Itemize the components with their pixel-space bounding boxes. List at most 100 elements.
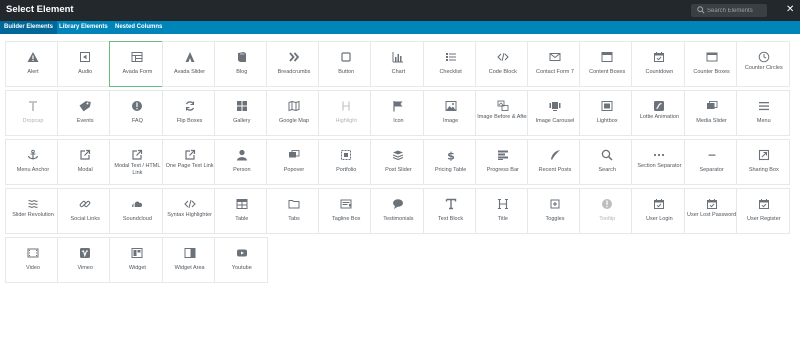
svg-text:$: $ xyxy=(447,150,455,162)
element-card-label: Vimeo xyxy=(77,265,93,271)
element-card[interactable]: Gallery xyxy=(213,90,268,136)
element-card[interactable]: Content Boxes xyxy=(579,41,634,87)
element-card-label: Section Separator xyxy=(637,163,682,169)
element-card[interactable]: Image Before & After xyxy=(474,90,529,136)
element-card[interactable]: Image Carousel xyxy=(527,90,581,136)
element-card[interactable]: Portfolio xyxy=(318,139,373,185)
element-card[interactable]: Lottie Animation xyxy=(631,90,686,136)
element-card[interactable]: Counter Boxes xyxy=(683,41,738,87)
element-card[interactable]: Widget Area xyxy=(161,237,216,283)
element-card[interactable]: Menu xyxy=(735,90,790,136)
element-card[interactable]: Post Slider xyxy=(370,139,425,185)
element-card[interactable]: Avada Slider xyxy=(161,41,216,87)
element-card[interactable]: Contact Form 7 xyxy=(527,41,581,87)
element-card[interactable]: Social Links xyxy=(57,188,112,234)
element-card[interactable]: Sharing Box xyxy=(735,139,790,185)
external-link-icon xyxy=(132,149,143,160)
element-card[interactable]: Icon xyxy=(370,90,425,136)
element-card-label: Contact Form 7 xyxy=(536,69,574,75)
element-card[interactable]: User Login xyxy=(631,188,686,234)
element-card[interactable]: FAQ xyxy=(109,90,164,136)
element-card[interactable]: Separator xyxy=(683,139,738,185)
element-card[interactable]: Soundcloud xyxy=(109,188,164,234)
element-card[interactable]: Alert xyxy=(5,41,59,87)
element-card[interactable]: Lightbox xyxy=(579,90,634,136)
element-card[interactable]: Code Block xyxy=(474,41,529,87)
search-box[interactable] xyxy=(691,4,767,17)
element-card[interactable]: Google Map xyxy=(266,90,320,136)
element-card[interactable]: Events xyxy=(57,90,112,136)
element-card[interactable]: Title xyxy=(474,188,529,234)
element-card[interactable]: Syntax Highlighter xyxy=(161,188,216,234)
element-card[interactable]: Tooltip xyxy=(579,188,634,234)
element-card[interactable]: Checklist xyxy=(422,41,477,87)
element-card[interactable]: Recent Posts xyxy=(527,139,581,185)
element-card[interactable]: Youtube xyxy=(213,237,268,283)
element-card-label: Social Links xyxy=(70,216,100,222)
element-card-label: Recent Posts xyxy=(538,167,572,173)
share-box-icon xyxy=(758,149,769,161)
element-card[interactable]: Testimonials xyxy=(370,188,425,234)
element-card[interactable]: Media Slider xyxy=(683,90,738,136)
calendar-check-icon xyxy=(706,199,717,209)
element-card[interactable]: Table xyxy=(213,188,268,234)
element-card[interactable]: Section Separator xyxy=(631,139,686,185)
element-card-label: Checklist xyxy=(439,69,462,75)
element-card-label: Media Slider xyxy=(696,118,727,124)
element-card[interactable]: Countdown xyxy=(631,41,686,87)
element-card-label: Events xyxy=(76,118,94,124)
calendar-check-icon xyxy=(654,52,665,62)
element-card[interactable]: Breadcrumbs xyxy=(266,41,320,87)
element-card-label: Toggles xyxy=(545,216,565,222)
element-card[interactable]: Audio xyxy=(57,41,112,87)
search-input[interactable] xyxy=(707,4,765,17)
element-card[interactable]: Video xyxy=(5,237,59,283)
element-card-label: Separator xyxy=(699,167,724,173)
quill-icon xyxy=(551,150,560,160)
code-icon xyxy=(497,52,509,62)
element-card[interactable]: Popover xyxy=(266,139,320,185)
close-icon[interactable]: ✕ xyxy=(786,4,794,16)
tab-nested-columns[interactable]: Nested Columns xyxy=(111,21,166,34)
clock-icon xyxy=(758,51,770,63)
tab-builder-elements[interactable]: Builder Elements xyxy=(0,21,58,34)
element-card[interactable]: Counter Circles xyxy=(735,41,790,87)
element-card-label: Breadcrumbs xyxy=(277,69,311,75)
element-card[interactable]: Avada Form xyxy=(109,41,164,87)
element-card[interactable]: Highlight xyxy=(318,90,373,136)
element-card[interactable]: Modal xyxy=(57,139,112,185)
media-slider-icon xyxy=(706,101,718,109)
highlight-icon xyxy=(342,101,350,111)
element-card[interactable]: Button xyxy=(318,41,373,87)
element-card-label: Tooltip xyxy=(599,216,616,222)
element-card-label: Lottie Animation xyxy=(639,114,679,120)
element-card[interactable]: Progress Bar xyxy=(474,139,529,185)
element-card[interactable]: Dropcap xyxy=(5,90,59,136)
element-card[interactable]: Toggles xyxy=(527,188,581,234)
element-card[interactable]: Tagline Box xyxy=(318,188,373,234)
element-card-label: Chart xyxy=(391,69,406,75)
element-card-label: Alert xyxy=(27,69,39,75)
element-card[interactable]: User Register xyxy=(735,188,790,234)
element-card[interactable]: One Page Text Link xyxy=(161,139,216,185)
element-card-label: Dropcap xyxy=(22,118,44,124)
tab-library-elements[interactable]: Library Elements xyxy=(55,21,112,34)
element-card[interactable]: Image xyxy=(422,90,477,136)
element-card[interactable]: Menu Anchor xyxy=(5,139,59,185)
element-card[interactable]: Widget xyxy=(109,237,164,283)
element-card[interactable]: Chart xyxy=(370,41,425,87)
element-card[interactable]: Slider Revolution xyxy=(5,188,59,234)
element-card[interactable]: Text Block xyxy=(422,188,477,234)
element-card[interactable]: Flip Boxes xyxy=(161,90,216,136)
element-card[interactable]: Vimeo xyxy=(57,237,112,283)
element-card[interactable]: Blog xyxy=(213,41,268,87)
element-card[interactable]: Tabs xyxy=(266,188,320,234)
element-card[interactable]: User Lost Password xyxy=(683,188,738,234)
calendar-check-icon xyxy=(654,199,665,209)
element-card[interactable]: $ Pricing Table xyxy=(422,139,477,185)
external-link-icon xyxy=(184,149,195,160)
table-icon xyxy=(236,199,248,209)
element-card[interactable]: Person xyxy=(213,139,268,185)
element-card[interactable]: Search xyxy=(579,139,634,185)
element-card[interactable]: Modal Text / HTML Link xyxy=(109,139,164,185)
